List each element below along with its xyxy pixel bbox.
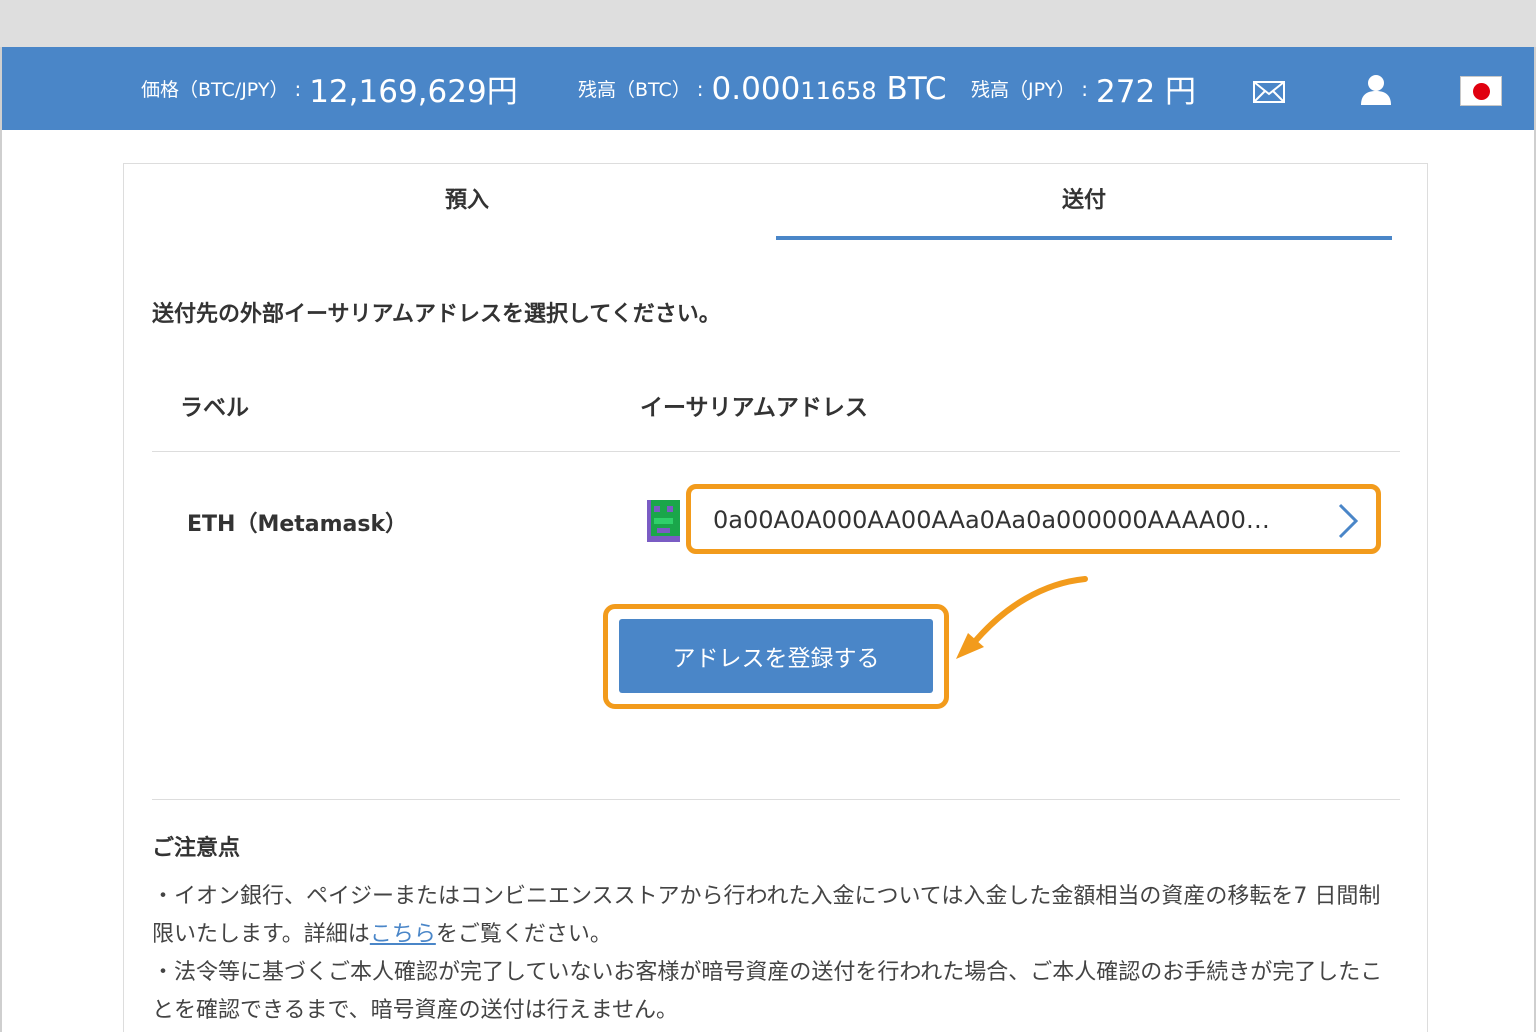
register-address-button[interactable]: アドレスを登録する bbox=[619, 619, 933, 693]
user-icon[interactable] bbox=[1359, 74, 1393, 106]
column-header-label: ラベル bbox=[180, 395, 249, 421]
btc-balance-value: 0.00011658 BTC bbox=[712, 71, 947, 107]
instruction-text: 送付先の外部イーサリアムアドレスを選択してください。 bbox=[152, 302, 721, 327]
ethereum-address-text: 0a00A0A000AA00AAa0Aa0a000000AAAA00… bbox=[713, 506, 1270, 534]
active-tab-indicator bbox=[776, 236, 1392, 240]
column-header-address: イーサリアムアドレス bbox=[640, 395, 868, 421]
tab-deposit[interactable]: 預入 bbox=[140, 182, 794, 214]
details-link[interactable]: こちら bbox=[370, 922, 436, 947]
price-label: 価格（BTC/JPY） bbox=[141, 79, 289, 101]
mail-icon[interactable] bbox=[1253, 81, 1285, 103]
browser-top-bar bbox=[0, 0, 1536, 47]
notes-item-2: ・法令等に基づくご本人確認が完了していないお客様が暗号資産の送付を行われた場合、… bbox=[152, 960, 1383, 1023]
tab-send[interactable]: 送付 bbox=[776, 182, 1392, 214]
price-colon: : bbox=[294, 76, 302, 101]
notes-item-1-tail: をご覧ください。 bbox=[435, 922, 612, 947]
notes-divider bbox=[152, 799, 1400, 800]
notes-body: ・イオン銀行、ペイジーまたはコンビニエンスストアから行われた入金については入金し… bbox=[152, 878, 1402, 1030]
btc-balance-main: 0.000 bbox=[711, 70, 801, 107]
price-info: 価格（BTC/JPY） : 12,169,629円 bbox=[141, 47, 518, 130]
btc-balance-colon: : bbox=[696, 76, 704, 101]
notes-item-1: ・イオン銀行、ペイジーまたはコンビニエンスストアから行われた入金については入金し… bbox=[152, 878, 1402, 954]
notes-title: ご注意点 bbox=[152, 836, 241, 861]
pointer-arrow-icon bbox=[956, 576, 1088, 659]
btc-balance-small: 11658 bbox=[800, 76, 877, 105]
btc-balance-unit: BTC bbox=[886, 70, 947, 107]
address-identicon-icon bbox=[647, 500, 680, 542]
jpy-balance-info: 残高（JPY） : 272 円 bbox=[971, 47, 1196, 130]
address-selector[interactable]: 0a00A0A000AA00AAa0Aa0a000000AAAA00… bbox=[686, 484, 1381, 554]
btc-balance-label: 残高（BTC） bbox=[578, 79, 691, 101]
btc-balance-info: 残高（BTC） : 0.00011658 BTC bbox=[578, 47, 947, 130]
jpy-balance-colon: : bbox=[1081, 76, 1088, 101]
header-bar: 価格（BTC/JPY） : 12,169,629円 残高（BTC） : 0.00… bbox=[2, 47, 1534, 130]
address-row-label: ETH（Metamask） bbox=[187, 512, 408, 537]
jpy-balance-label: 残高（JPY） bbox=[971, 79, 1076, 101]
price-value: 12,169,629円 bbox=[309, 74, 518, 110]
jpy-balance-value: 272 円 bbox=[1096, 74, 1197, 110]
flag-circle bbox=[1473, 83, 1490, 100]
chevron-right-icon bbox=[1338, 503, 1359, 539]
table-divider bbox=[152, 451, 1400, 452]
notes-item-1-text: ・イオン銀行、ペイジーまたはコンビニエンスストアから行われた入金については入金し… bbox=[152, 884, 1381, 947]
japan-flag-icon[interactable] bbox=[1460, 76, 1502, 106]
